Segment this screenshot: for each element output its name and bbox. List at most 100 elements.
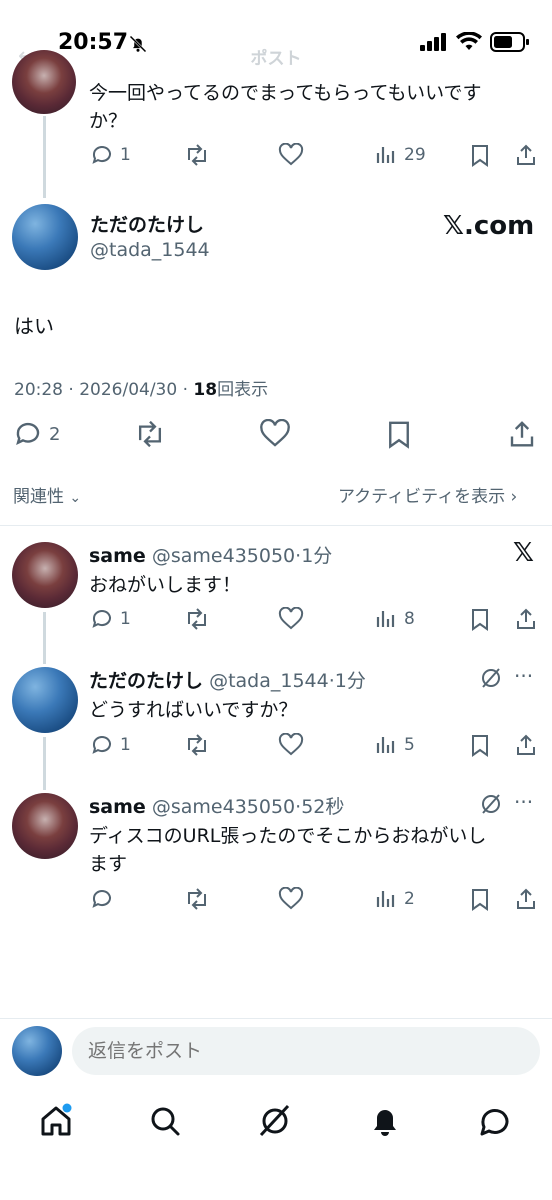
avatar[interactable] <box>12 667 78 733</box>
reply-author-handle[interactable]: @same435050 <box>152 796 295 818</box>
bookmark-button[interactable] <box>468 143 492 167</box>
avatar[interactable] <box>12 204 78 270</box>
author-name[interactable]: ただのたけし <box>90 210 204 237</box>
x-logo-icon: 𝕏 <box>513 538 534 568</box>
reply-header: same @same435050·52秒 <box>89 792 344 819</box>
share-button[interactable] <box>514 143 538 167</box>
thread-line <box>43 612 46 664</box>
messages-icon[interactable] <box>475 1101 515 1141</box>
grok-icon[interactable] <box>255 1101 295 1141</box>
like-button[interactable] <box>278 733 304 757</box>
reply-icon <box>92 890 111 908</box>
reply-button[interactable]: 1 <box>90 607 131 631</box>
like-button[interactable] <box>278 607 304 631</box>
reply-author-handle[interactable]: @tada_1544 <box>209 670 329 692</box>
post-meta: 20:28 · 2026/04/30 · 18回表示 <box>14 375 268 400</box>
reply-count: 2 <box>49 423 61 445</box>
bookmark-button[interactable] <box>468 607 492 631</box>
reply-icon <box>92 736 111 754</box>
views-icon <box>376 147 395 163</box>
avatar[interactable] <box>12 542 78 608</box>
reply-author-name[interactable]: same <box>89 545 146 567</box>
share-button[interactable] <box>514 607 538 631</box>
repost-icon <box>188 144 206 166</box>
avatar[interactable] <box>12 793 78 859</box>
repost-icon <box>188 734 206 756</box>
reply-button[interactable]: 1 <box>90 733 131 757</box>
avatar[interactable] <box>12 50 76 114</box>
reply-time: 1分 <box>334 670 366 692</box>
views-count: 18 <box>193 380 218 400</box>
repost-button[interactable] <box>184 733 210 757</box>
reply-author-handle[interactable]: @same435050 <box>152 545 295 567</box>
reply-button[interactable]: 1 <box>90 143 131 167</box>
reply-text: おねがいします！ <box>89 574 242 596</box>
share-button[interactable] <box>507 419 537 449</box>
like-button[interactable] <box>259 419 291 449</box>
sort-label: 関連性 <box>13 487 64 507</box>
reply-author-name[interactable]: same <box>89 796 146 818</box>
heart-icon <box>260 419 290 447</box>
reply-author-name[interactable]: ただのたけし <box>89 670 203 692</box>
heart-icon <box>278 607 304 630</box>
reply-button[interactable]: 2 <box>13 419 60 449</box>
home-icon[interactable] <box>36 1101 76 1141</box>
repost-button[interactable] <box>184 143 210 167</box>
bookmark-button[interactable] <box>468 733 492 757</box>
bookmark-icon <box>472 889 488 911</box>
author-handle[interactable]: @tada_1544 <box>90 239 210 261</box>
battery-icon <box>490 32 529 52</box>
views-count: 8 <box>404 609 415 629</box>
chevron-down-icon: ⌄ <box>69 490 82 506</box>
activity-label: アクティビティを表示 <box>338 487 506 507</box>
views-button[interactable]: 2 <box>374 887 415 911</box>
post-text: 今一回やってるのでまってもらってもいいです <box>89 82 482 104</box>
view-activity-link[interactable]: アクティビティを表示 › <box>338 482 517 507</box>
views-count: 29 <box>404 145 426 165</box>
views-icon <box>376 891 395 907</box>
reply-button[interactable] <box>90 887 120 911</box>
avatar <box>12 1026 62 1076</box>
views-button[interactable]: 5 <box>374 733 415 757</box>
status-time: 20:57 <box>58 30 129 55</box>
like-button[interactable] <box>278 143 304 167</box>
bell-muted-icon <box>129 35 147 53</box>
views-count: 2 <box>404 889 415 909</box>
bookmark-icon <box>472 609 488 631</box>
section-divider <box>0 525 552 526</box>
reply-icon <box>16 422 40 445</box>
views-icon <box>376 737 395 753</box>
repost-button[interactable] <box>184 607 210 631</box>
views-label: 回表示 <box>217 380 269 400</box>
bookmark-icon <box>389 421 409 449</box>
thread-line <box>43 737 46 790</box>
post-timestamp: 20:28 · 2026/04/30 · <box>14 380 194 400</box>
views-button[interactable]: 29 <box>374 143 426 167</box>
grok-icon[interactable] <box>480 667 502 689</box>
reply-count: 1 <box>120 609 131 629</box>
cellular-signal-icon <box>420 33 446 51</box>
more-options-icon[interactable]: ··· <box>514 790 533 814</box>
x-watermark: 𝕏.com <box>443 211 535 241</box>
views-button[interactable]: 8 <box>374 607 415 631</box>
more-options-icon[interactable]: ··· <box>514 664 533 688</box>
bookmark-button[interactable] <box>468 887 492 911</box>
share-button[interactable] <box>514 887 538 911</box>
repost-button[interactable] <box>184 887 210 911</box>
post-body: はい <box>14 314 54 338</box>
heart-icon <box>278 887 304 910</box>
views-count: 5 <box>404 735 415 755</box>
search-icon[interactable] <box>145 1101 185 1141</box>
sort-dropdown[interactable]: 関連性 ⌄ <box>13 482 81 507</box>
grok-icon[interactable] <box>480 793 502 815</box>
status-bar: ← ポスト 20:57 <box>0 0 552 90</box>
repost-button[interactable] <box>134 419 166 449</box>
reply-text: どうすればいいですか？ <box>89 699 298 721</box>
reply-count: 1 <box>120 735 131 755</box>
share-button[interactable] <box>514 733 538 757</box>
like-button[interactable] <box>278 887 304 911</box>
reply-input[interactable] <box>72 1027 540 1075</box>
notifications-icon[interactable] <box>365 1101 405 1141</box>
repost-icon <box>188 608 206 630</box>
bookmark-button[interactable] <box>384 419 414 449</box>
